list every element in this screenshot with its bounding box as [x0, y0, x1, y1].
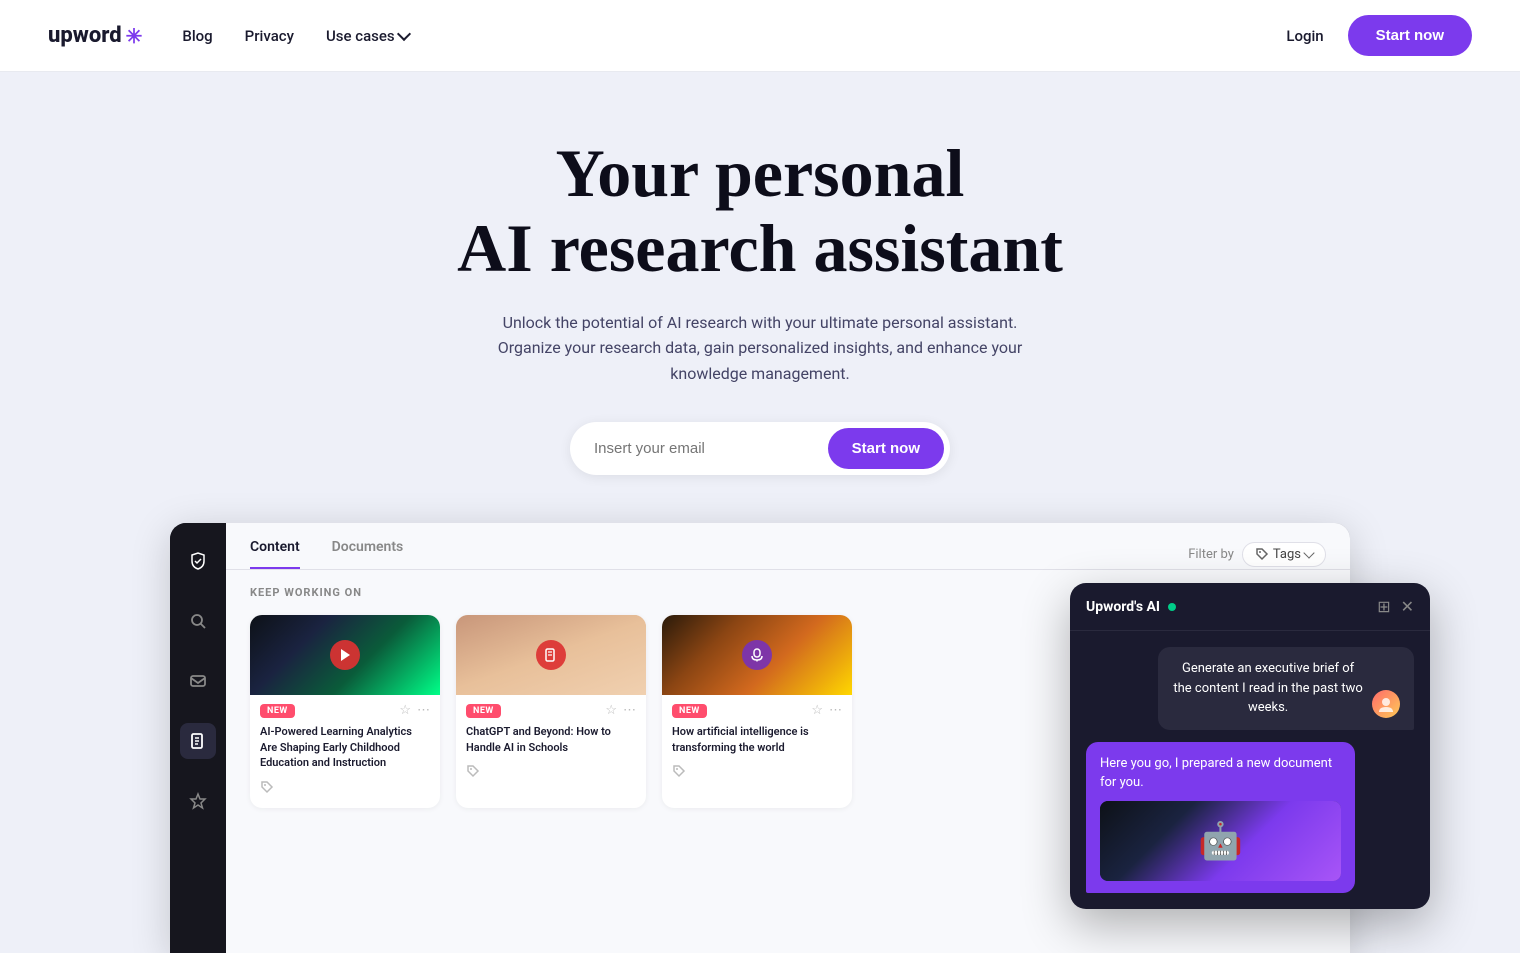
content-card-2: NEW ☆ ⋯ ChatGPT and Beyond: How to Handl…: [456, 615, 646, 807]
user-avatar: [1372, 690, 1400, 718]
card-2-tag-icon: [466, 763, 636, 782]
chat-header-right: ⊞ ✕: [1377, 597, 1414, 616]
card-3-actions: ☆ ⋯: [811, 703, 842, 718]
card-2-star-icon[interactable]: ☆: [605, 703, 617, 718]
filter-area: Filter by Tags: [1188, 542, 1326, 567]
privacy-link[interactable]: Privacy: [245, 27, 294, 45]
card-2-body: NEW ☆ ⋯ ChatGPT and Beyond: How to Handl…: [456, 695, 646, 792]
chat-messages: Generate an executive brief of the conte…: [1070, 631, 1430, 909]
card-2-thumb: [456, 615, 646, 695]
card-1-actions: ☆ ⋯: [399, 703, 430, 718]
hero-title: Your personal AI research assistant: [457, 136, 1063, 286]
ai-message: Here you go, I prepared a new document f…: [1086, 742, 1355, 893]
dashboard-tabs: Content Documents Filter by Tags: [226, 523, 1350, 570]
filter-tags-button[interactable]: Tags: [1242, 542, 1326, 567]
email-input[interactable]: [594, 440, 828, 457]
nav-links: Blog Privacy Use cases: [182, 27, 1286, 45]
dashboard-sidebar: [170, 523, 226, 953]
user-message-text: Generate an executive brief of the conte…: [1172, 659, 1364, 718]
dashboard-preview-container: Content Documents Filter by Tags: [170, 523, 1350, 953]
filter-chevron-icon: [1303, 547, 1314, 558]
mic-icon-button[interactable]: [742, 640, 772, 670]
card-3-badge-row: NEW ☆ ⋯: [672, 703, 842, 718]
hero-section: Your personal AI research assistant Unlo…: [0, 72, 1520, 953]
blog-link[interactable]: Blog: [182, 27, 212, 45]
pdf-icon-button[interactable]: [536, 640, 566, 670]
start-now-hero-button[interactable]: Start now: [828, 428, 944, 469]
card-1-title: AI-Powered Learning Analytics Are Shapin…: [260, 724, 430, 770]
chat-status-dot: [1168, 603, 1176, 611]
avatar-icon: [1376, 694, 1396, 714]
chat-header: Upword's AI ⊞ ✕: [1070, 583, 1430, 631]
card-2-badge-row: NEW ☆ ⋯: [466, 703, 636, 718]
card-2-more-icon[interactable]: ⋯: [623, 703, 636, 718]
logo[interactable]: upword ✳: [48, 23, 142, 48]
hero-subtitle: Unlock the potential of AI research with…: [470, 310, 1050, 387]
robot-hand-icon: 🤖: [1198, 814, 1243, 868]
sidebar-item-docs[interactable]: [180, 723, 216, 759]
sidebar-item-logo[interactable]: [180, 543, 216, 579]
card-3-tag-icon: [672, 763, 842, 782]
content-card-3: NEW ☆ ⋯ How artificial intelligence is t…: [662, 615, 852, 807]
tab-content[interactable]: Content: [250, 539, 300, 569]
card-3-star-icon[interactable]: ☆: [811, 703, 823, 718]
ai-message-text: Here you go, I prepared a new document f…: [1100, 756, 1332, 791]
card-1-body: NEW ☆ ⋯ AI-Powered Learning Analytics Ar…: [250, 695, 440, 807]
card-1-star-icon[interactable]: ☆: [399, 703, 411, 718]
start-now-button[interactable]: Start now: [1348, 15, 1472, 56]
chevron-down-icon: [397, 26, 411, 40]
card-3-body: NEW ☆ ⋯ How artificial intelligence is t…: [662, 695, 852, 792]
tag-icon: [1255, 547, 1269, 561]
hero-title-line1: Your personal: [556, 135, 965, 211]
use-cases-label: Use cases: [326, 27, 395, 45]
sidebar-item-favorites[interactable]: [180, 783, 216, 819]
card-1-more-icon[interactable]: ⋯: [417, 703, 430, 718]
ai-image-inner: 🤖: [1100, 801, 1341, 881]
chat-title: Upword's AI: [1086, 599, 1160, 615]
close-icon[interactable]: ✕: [1401, 597, 1414, 616]
tab-documents[interactable]: Documents: [332, 539, 404, 569]
card-2-badge: NEW: [466, 704, 501, 718]
hero-title-line2: AI research assistant: [457, 210, 1063, 286]
ai-chat-panel: Upword's AI ⊞ ✕ Generate an executive br…: [1070, 583, 1430, 909]
card-3-badge: NEW: [672, 704, 707, 718]
filter-label: Filter by: [1188, 547, 1234, 562]
nav-right: Login Start now: [1286, 15, 1472, 56]
card-1-tag-icon: [260, 779, 430, 798]
card-3-more-icon[interactable]: ⋯: [829, 703, 842, 718]
card-1-thumb: [250, 615, 440, 695]
logo-text: upword: [48, 23, 122, 48]
tags-label: Tags: [1273, 547, 1301, 562]
card-3-thumb: [662, 615, 852, 695]
card-1-badge-row: NEW ☆ ⋯: [260, 703, 430, 718]
card-3-title: How artificial intelligence is transform…: [672, 724, 842, 755]
sidebar-item-inbox[interactable]: [180, 663, 216, 699]
card-1-badge: NEW: [260, 704, 295, 718]
hero-cta-form: Start now: [570, 422, 950, 475]
chat-header-left: Upword's AI: [1086, 599, 1176, 615]
tabs-left: Content Documents: [250, 539, 403, 569]
sidebar-item-search[interactable]: [180, 603, 216, 639]
use-cases-link[interactable]: Use cases: [326, 27, 409, 45]
ai-message-image: 🤖: [1100, 801, 1341, 881]
card-2-title: ChatGPT and Beyond: How to Handle AI in …: [466, 724, 636, 755]
card-2-actions: ☆ ⋯: [605, 703, 636, 718]
expand-icon[interactable]: ⊞: [1377, 597, 1390, 616]
user-message: Generate an executive brief of the conte…: [1158, 647, 1414, 730]
logo-asterisk: ✳: [126, 24, 143, 48]
login-link[interactable]: Login: [1286, 27, 1323, 45]
play-button-icon[interactable]: [330, 640, 360, 670]
navbar: upword ✳ Blog Privacy Use cases Login St…: [0, 0, 1520, 72]
content-card-1: NEW ☆ ⋯ AI-Powered Learning Analytics Ar…: [250, 615, 440, 807]
